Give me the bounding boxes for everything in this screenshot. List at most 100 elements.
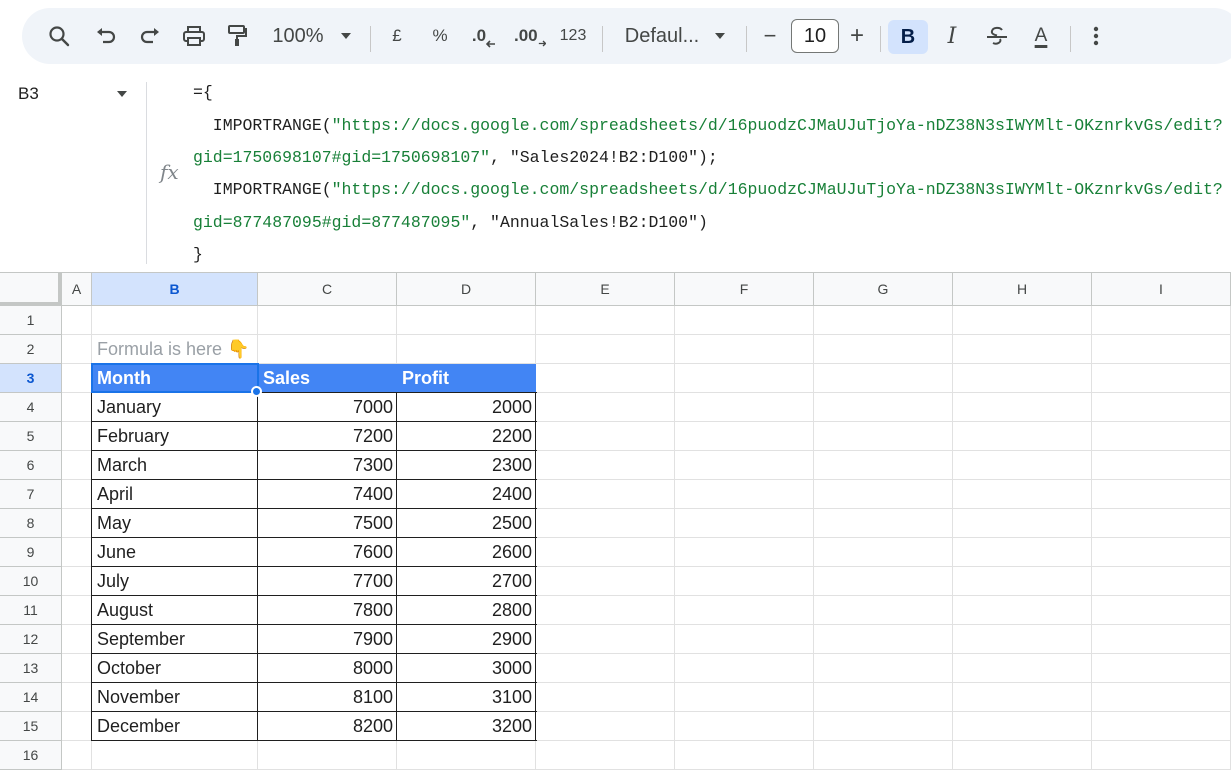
row-header-9[interactable]: 9 (0, 538, 62, 567)
row-header-11[interactable]: 11 (0, 596, 62, 625)
formula-code: IMPORTRANGE( (193, 180, 332, 199)
table-cell[interactable]: 3100 (397, 683, 536, 712)
table-cell[interactable]: 2000 (397, 393, 536, 422)
search-icon[interactable] (46, 8, 72, 64)
table-cell[interactable]: 7700 (258, 567, 397, 596)
print-icon[interactable] (181, 8, 207, 64)
row-header-1[interactable]: 1 (0, 306, 62, 335)
row-header-16[interactable]: 16 (0, 741, 62, 770)
table-cell[interactable]: 8200 (258, 712, 397, 741)
decrease-font-size-button[interactable]: − (759, 8, 781, 64)
paint-format-icon[interactable] (225, 8, 249, 64)
table-cell[interactable]: 7800 (258, 596, 397, 625)
column-header-f[interactable]: F (675, 273, 814, 306)
formula-line[interactable]: IMPORTRANGE("https://docs.google.com/spr… (193, 180, 1223, 199)
table-cell[interactable]: 7600 (258, 538, 397, 567)
table-header-cell[interactable]: Sales (258, 364, 397, 393)
formula-line[interactable]: IMPORTRANGE("https://docs.google.com/spr… (193, 116, 1223, 135)
table-cell[interactable]: 7000 (258, 393, 397, 422)
row-header-14[interactable]: 14 (0, 683, 62, 712)
chevron-down-icon[interactable] (338, 8, 354, 64)
formula-line[interactable]: gid=877487095#gid=877487095", "AnnualSal… (193, 213, 708, 232)
table-cell[interactable]: 3000 (397, 654, 536, 683)
row-header-7[interactable]: 7 (0, 480, 62, 509)
undo-icon[interactable] (94, 8, 118, 64)
select-all-corner[interactable] (0, 273, 62, 306)
spreadsheet-grid[interactable]: A B C D E F G H I 1 2 3 4 5 6 7 8 9 10 11 12 13 14 15 16 Formula … (0, 272, 1231, 770)
table-cell[interactable]: March (92, 451, 258, 480)
table-cell[interactable]: December (92, 712, 258, 741)
row-header-5[interactable]: 5 (0, 422, 62, 451)
currency-format-button[interactable]: £ (386, 8, 408, 64)
table-cell[interactable]: 2700 (397, 567, 536, 596)
table-cell[interactable]: September (92, 625, 258, 654)
table-cell[interactable]: 2300 (397, 451, 536, 480)
formula-line[interactable]: gid=1750698107#gid=1750698107", "Sales20… (193, 148, 718, 167)
table-cell[interactable]: 7500 (258, 509, 397, 538)
table-cell[interactable]: 2900 (397, 625, 536, 654)
table-cell[interactable]: 2200 (397, 422, 536, 451)
font-size-input[interactable]: 10 (791, 19, 839, 53)
table-cell[interactable]: August (92, 596, 258, 625)
chevron-down-icon[interactable] (712, 8, 728, 64)
formula-line[interactable]: ={ (193, 83, 213, 102)
row-header-6[interactable]: 6 (0, 451, 62, 480)
text-color-button[interactable]: A (1028, 8, 1054, 64)
increase-font-size-button[interactable]: + (846, 8, 868, 64)
hint-cell[interactable]: Formula is here 👇 (92, 335, 292, 364)
row-header-2[interactable]: 2 (0, 335, 62, 364)
table-cell[interactable]: 7300 (258, 451, 397, 480)
row-header-3[interactable]: 3 (0, 364, 62, 393)
font-select[interactable]: Defaul... (622, 8, 702, 64)
table-cell[interactable]: 7400 (258, 480, 397, 509)
fill-handle[interactable] (251, 386, 262, 397)
table-cell[interactable]: 8000 (258, 654, 397, 683)
name-box[interactable]: B3 (18, 84, 39, 104)
column-header-e[interactable]: E (536, 273, 675, 306)
table-cell[interactable]: May (92, 509, 258, 538)
table-cell[interactable]: July (92, 567, 258, 596)
column-header-b[interactable]: B (92, 273, 258, 306)
column-header-a[interactable]: A (62, 273, 92, 306)
row-header-4[interactable]: 4 (0, 393, 62, 422)
zoom-select[interactable]: 100% (270, 8, 326, 64)
row-header-12[interactable]: 12 (0, 625, 62, 654)
bold-button[interactable]: B (888, 20, 928, 54)
table-cell[interactable]: 7900 (258, 625, 397, 654)
table-cell[interactable]: April (92, 480, 258, 509)
table-cell[interactable]: 2800 (397, 596, 536, 625)
table-cell[interactable]: 8100 (258, 683, 397, 712)
row-header-8[interactable]: 8 (0, 509, 62, 538)
table-header-cell[interactable]: Profit (397, 364, 536, 393)
increase-decimal-button[interactable]: .00 (514, 8, 546, 64)
strikethrough-icon[interactable] (984, 8, 1010, 64)
column-header-h[interactable]: H (953, 273, 1092, 306)
formula-line[interactable]: } (193, 245, 203, 264)
table-cell[interactable]: 2600 (397, 538, 536, 567)
decrease-decimal-button[interactable]: .0 (470, 8, 498, 64)
formula-code: IMPORTRANGE( (193, 116, 332, 135)
more-vert-icon[interactable] (1086, 8, 1106, 64)
table-cell[interactable]: February (92, 422, 258, 451)
table-cell[interactable]: 7200 (258, 422, 397, 451)
more-formats-button[interactable]: 123 (558, 8, 588, 64)
table-cell[interactable]: 2400 (397, 480, 536, 509)
row-header-15[interactable]: 15 (0, 712, 62, 741)
column-header-d[interactable]: D (397, 273, 536, 306)
column-header-g[interactable]: G (814, 273, 953, 306)
italic-button[interactable]: I (940, 8, 964, 64)
table-cell[interactable]: November (92, 683, 258, 712)
percent-format-button[interactable]: % (429, 8, 451, 64)
redo-icon[interactable] (138, 8, 162, 64)
row-header-13[interactable]: 13 (0, 654, 62, 683)
row-header-10[interactable]: 10 (0, 567, 62, 596)
table-cell[interactable]: 3200 (397, 712, 536, 741)
table-cell[interactable]: 2500 (397, 509, 536, 538)
table-cell[interactable]: June (92, 538, 258, 567)
table-cell[interactable]: October (92, 654, 258, 683)
chevron-down-icon[interactable] (117, 91, 127, 97)
formula-code: } (193, 245, 203, 264)
column-header-i[interactable]: I (1092, 273, 1231, 306)
table-cell[interactable]: January (92, 393, 258, 422)
column-header-c[interactable]: C (258, 273, 397, 306)
